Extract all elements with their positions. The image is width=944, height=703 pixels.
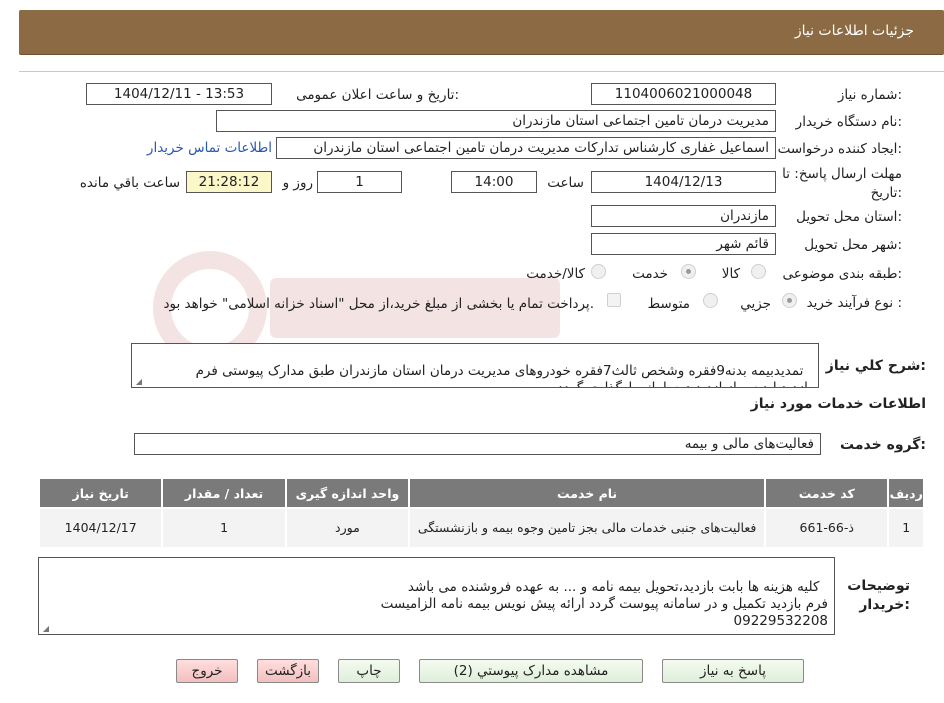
service-group-label: گروه خدمت:	[840, 437, 926, 453]
description-textarea[interactable]: تمدیدبیمه بدنه9فقره وشخص ثالث7فقره خودرو…	[131, 343, 819, 388]
reply-button[interactable]: پاسخ به نیاز	[662, 659, 804, 683]
creator-field: اسماعیل غفاری کارشناس تدارکات مدیریت درم…	[276, 137, 776, 159]
description-text: تمدیدبیمه بدنه9فقره وشخص ثالث7فقره خودرو…	[191, 363, 812, 388]
city-label: شهر محل تحویل:	[804, 237, 902, 253]
remaining-time-field: 21:28:12	[186, 171, 272, 193]
print-button[interactable]: چاپ	[338, 659, 400, 683]
table-row: 1 ذ-66-661 فعالیت‌های جنبی خدمات مالی بج…	[37, 507, 925, 549]
province-label: استان محل تحویل:	[796, 209, 902, 225]
category-radio-goods[interactable]	[751, 264, 766, 279]
resize-grip-icon[interactable]: ◢	[135, 378, 142, 386]
city-field: قائم شهر	[591, 233, 776, 255]
announce-label: تاریخ و ساعت اعلان عمومی:	[296, 87, 459, 103]
buyer-notes-textarea[interactable]: کلیه هزینه ها بابت بازدید،تحویل بیمه نام…	[38, 557, 835, 635]
buyer-notes-text: کلیه هزینه ها بابت بازدید،تحویل بیمه نام…	[380, 579, 828, 629]
page-title: جزئیات اطلاعات نیاز	[794, 23, 914, 39]
services-table: ردیف کد خدمت نام خدمت واحد اندازه گیری ت…	[37, 477, 925, 549]
buyer-notes-label: توضیحات خریدار:	[847, 578, 910, 613]
back-button[interactable]: بازگشت	[257, 659, 319, 683]
remaining-time-label: ساعت باقي مانده	[79, 175, 180, 191]
process-option-medium: متوسط	[647, 296, 690, 312]
deadline-days-field: 1	[317, 171, 402, 193]
category-radio-goods-service[interactable]	[591, 264, 606, 279]
process-option-minor: جزیي	[740, 296, 771, 312]
buyer-label: نام دستگاه خریدار:	[795, 114, 902, 130]
cell-date: 1404/12/17	[37, 507, 164, 549]
col-header-unit: واحد اندازه گیری	[284, 477, 411, 509]
category-option-goods-service: کالا/خدمت	[526, 266, 585, 282]
attachments-button[interactable]: مشاهده مدارک پیوستي (2)	[419, 659, 643, 683]
cell-name: فعالیت‌های جنبی خدمات مالی بجز تامین وجو…	[408, 507, 767, 549]
col-header-qty: تعداد / مقدار	[161, 477, 287, 509]
deadline-label: مهلت ارسال پاسخ: تا تاریخ:	[782, 166, 902, 201]
treasury-checkbox[interactable]	[607, 293, 621, 307]
category-option-goods: کالا	[721, 266, 740, 282]
need-number-label: شماره نیاز:	[837, 87, 902, 103]
deadline-time-label: ساعت	[547, 175, 584, 191]
exit-button[interactable]: خروج	[176, 659, 238, 683]
buyer-field: مدیریت درمان تامین اجتماعی استان مازندرا…	[216, 110, 776, 132]
resize-grip-icon[interactable]: ◢	[42, 625, 49, 633]
deadline-date-field: 1404/12/13	[591, 171, 776, 193]
process-radio-medium[interactable]	[703, 293, 718, 308]
treasury-note: پرداخت تمام یا بخشی از مبلغ خرید،از محل …	[163, 296, 594, 312]
category-label: طبقه بندی موضوعی:	[782, 266, 902, 282]
description-label: شرح کلي نیاز:	[825, 358, 926, 374]
deadline-days-label: روز و	[282, 175, 313, 191]
creator-label: ایجاد کننده درخواست:	[777, 141, 902, 157]
process-radio-minor[interactable]	[782, 293, 797, 308]
col-header-row: ردیف	[887, 477, 925, 509]
services-section-title: اطلاعات خدمات مورد نیاز	[750, 396, 926, 412]
col-header-date: تاریخ نیاز	[37, 477, 164, 509]
col-header-name: نام خدمت	[408, 477, 767, 509]
page-header: جزئیات اطلاعات نیاز	[19, 10, 944, 55]
process-label: نوع فرآیند خرید :	[806, 295, 902, 311]
deadline-time-field: 14:00	[451, 171, 537, 193]
service-group-field: فعالیت‌های مالی و بیمه	[134, 433, 821, 455]
cell-unit: مورد	[284, 507, 411, 549]
cell-code: ذ-66-661	[764, 507, 890, 549]
cell-row: 1	[887, 507, 925, 549]
need-number-field: 1104006021000048	[591, 83, 776, 105]
table-header-row: ردیف کد خدمت نام خدمت واحد اندازه گیری ت…	[37, 477, 925, 509]
category-radio-service[interactable]	[681, 264, 696, 279]
cell-qty: 1	[161, 507, 287, 549]
announce-field: 1404/12/11 - 13:53	[86, 83, 272, 105]
province-field: مازندران	[591, 205, 776, 227]
col-header-code: کد خدمت	[764, 477, 890, 509]
category-option-service: خدمت	[632, 266, 668, 282]
buyer-contact-link[interactable]: اطلاعات تماس خریدار	[147, 140, 272, 156]
